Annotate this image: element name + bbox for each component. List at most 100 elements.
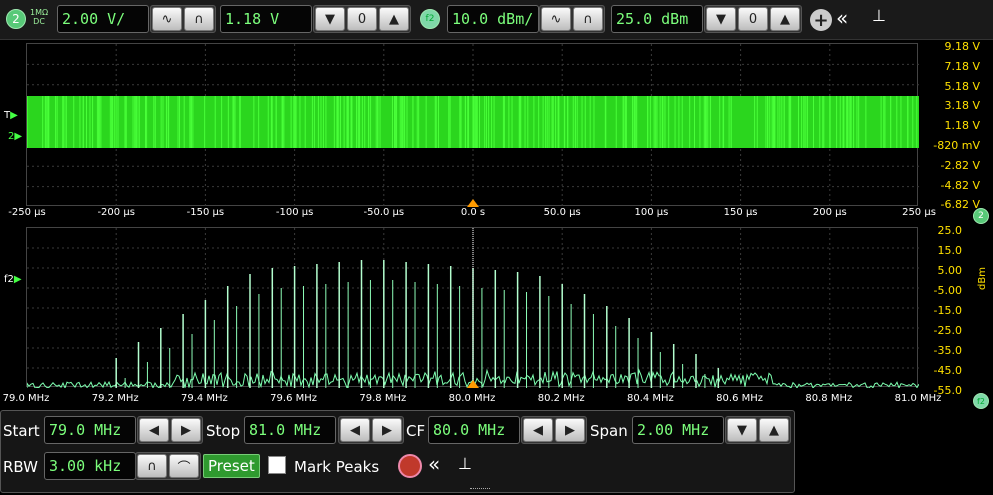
offset-down-button[interactable]: ▼ bbox=[315, 7, 345, 31]
fft-x-tick: 80.6 MHz bbox=[714, 393, 766, 404]
chevron-left-icon: ◀ bbox=[350, 423, 360, 438]
zero-icon: 0 bbox=[358, 12, 366, 27]
chevron-right-icon: ▶ bbox=[565, 423, 575, 438]
fft-ref-marker[interactable]: f2▶ bbox=[4, 274, 22, 285]
time-y-tick: 5.18 V bbox=[920, 80, 980, 93]
fft-ref-label: f2 bbox=[4, 274, 14, 285]
resize-handle[interactable] bbox=[470, 488, 490, 491]
start-right-button[interactable]: ▶ bbox=[171, 418, 201, 442]
cf-left-button[interactable]: ◀ bbox=[523, 418, 553, 442]
time-y-axis: 9.18 V 7.18 V 5.18 V 3.18 V 1.18 V -820 mV -2.… bbox=[920, 40, 980, 206]
offset-field[interactable]: 1.18 V bbox=[220, 5, 312, 33]
dbm-scale-field[interactable]: 10.0 dBm/ bbox=[447, 5, 539, 33]
start-frequency-field[interactable]: 79.0 MHz bbox=[44, 416, 136, 444]
span-field[interactable]: 2.00 MHz bbox=[632, 416, 724, 444]
rbw-buttons: ∩ ⌒ bbox=[135, 452, 201, 480]
pin-icon[interactable]: ⊥ bbox=[872, 6, 886, 25]
offset-buttons: ▼ 0 ▲ bbox=[313, 5, 411, 33]
time-x-tick: -200 µs bbox=[93, 207, 139, 218]
chevron-down-icon: ▼ bbox=[325, 12, 335, 27]
stop-left-button[interactable]: ◀ bbox=[340, 418, 370, 442]
time-y-tick: 1.18 V bbox=[920, 119, 980, 132]
fft-ref-arrow-icon: ▶ bbox=[14, 274, 22, 285]
wave-shrink-icon: ∿ bbox=[551, 12, 562, 27]
fft-y-tick: -5.00 bbox=[902, 284, 962, 297]
add-icon[interactable]: + bbox=[810, 9, 832, 31]
coupling-indicator[interactable]: 1MΩ DC bbox=[30, 8, 48, 26]
fft-x-axis: 79.0 MHz 79.2 MHz 79.4 MHz 79.6 MHz 79.8 MHz… bbox=[0, 393, 970, 407]
fft-y-tick: 15.0 bbox=[902, 244, 962, 257]
pin-icon[interactable]: ⊥ bbox=[458, 454, 472, 473]
dbm-scale-buttons: ∿ ∩ bbox=[539, 5, 605, 33]
reference-level-field[interactable]: 25.0 dBm bbox=[611, 5, 703, 33]
stop-frequency-field[interactable]: 81.0 MHz bbox=[244, 416, 336, 444]
time-x-tick: 250 µs bbox=[896, 207, 942, 218]
fft-y-tick: -25.0 bbox=[902, 324, 962, 337]
fft-function-badge[interactable]: f2 bbox=[973, 393, 989, 409]
fft-x-tick: 81.0 MHz bbox=[892, 393, 944, 404]
fft-plot[interactable] bbox=[26, 227, 918, 387]
rbw-label: RBW bbox=[3, 458, 38, 476]
stop-right-button[interactable]: ▶ bbox=[372, 418, 402, 442]
time-y-tick: -4.82 V bbox=[920, 179, 980, 192]
cf-right-button[interactable]: ▶ bbox=[555, 418, 585, 442]
trigger-marker[interactable]: T▶ bbox=[4, 110, 18, 121]
rbw-narrow-button[interactable]: ∩ bbox=[137, 454, 167, 478]
time-channel-badge[interactable]: 2 bbox=[973, 208, 989, 224]
collapse-icon[interactable]: « bbox=[428, 452, 440, 476]
chevron-right-icon: ▶ bbox=[181, 423, 191, 438]
time-y-tick: 9.18 V bbox=[920, 40, 980, 53]
peak-marker-icon[interactable] bbox=[398, 454, 422, 478]
span-up-button[interactable]: ▲ bbox=[759, 418, 789, 442]
start-label: Start bbox=[3, 422, 40, 440]
fft-x-tick: 79.8 MHz bbox=[357, 393, 409, 404]
center-frequency-field[interactable]: 80.0 MHz bbox=[428, 416, 520, 444]
time-y-tick: -2.82 V bbox=[920, 159, 980, 172]
trigger-arrow-icon: ▶ bbox=[10, 110, 18, 121]
time-x-tick: 50.0 µs bbox=[539, 207, 585, 218]
offset-up-button[interactable]: ▲ bbox=[379, 7, 409, 31]
reference-level-buttons: ▼ 0 ▲ bbox=[704, 5, 802, 33]
coupling-label: DC bbox=[30, 17, 48, 26]
time-y-tick: 7.18 V bbox=[920, 60, 980, 73]
narrow-filter-icon: ∩ bbox=[147, 459, 157, 474]
rbw-field[interactable]: 3.00 kHz bbox=[44, 452, 136, 480]
fft-x-tick: 80.2 MHz bbox=[535, 393, 587, 404]
rbw-wide-button[interactable]: ⌒ bbox=[169, 454, 199, 478]
fft-y-tick: -45.0 bbox=[902, 364, 962, 377]
time-y-tick: 3.18 V bbox=[920, 99, 980, 112]
preset-button[interactable]: Preset bbox=[203, 454, 260, 478]
channel-2-badge[interactable]: 2 bbox=[6, 9, 26, 29]
ch-marker-label: 2 bbox=[8, 131, 14, 142]
fft-x-tick: 79.2 MHz bbox=[89, 393, 141, 404]
collapse-icon[interactable]: « bbox=[836, 6, 848, 30]
channel-2-ground-marker[interactable]: 2▶ bbox=[8, 131, 22, 142]
chevron-left-icon: ◀ bbox=[149, 423, 159, 438]
ref-level-up-button[interactable]: ▲ bbox=[770, 7, 800, 31]
span-buttons: ▼ ▲ bbox=[725, 416, 791, 444]
start-buttons: ◀ ▶ bbox=[137, 416, 203, 444]
time-domain-plot[interactable] bbox=[26, 43, 918, 206]
mark-peaks-checkbox[interactable] bbox=[268, 456, 286, 474]
vscale-increase-button[interactable]: ∩ bbox=[184, 7, 214, 31]
offset-zero-button[interactable]: 0 bbox=[347, 7, 377, 31]
time-reference-marker[interactable] bbox=[467, 199, 479, 207]
fft-y-tick: -15.0 bbox=[902, 304, 962, 317]
vertical-scale-field[interactable]: 2.00 V/ bbox=[57, 5, 149, 33]
span-down-button[interactable]: ▼ bbox=[727, 418, 757, 442]
time-y-tick: -820 mV bbox=[920, 139, 980, 152]
dbm-scale-increase-button[interactable]: ∩ bbox=[573, 7, 603, 31]
chevron-down-icon: ▼ bbox=[716, 12, 726, 27]
start-left-button[interactable]: ◀ bbox=[139, 418, 169, 442]
dbm-scale-decrease-button[interactable]: ∿ bbox=[541, 7, 571, 31]
ref-level-down-button[interactable]: ▼ bbox=[706, 7, 736, 31]
zero-icon: 0 bbox=[749, 12, 757, 27]
span-label: Span bbox=[590, 422, 628, 440]
fft-x-tick: 79.4 MHz bbox=[178, 393, 230, 404]
vscale-buttons: ∿ ∩ bbox=[150, 5, 216, 33]
fft-y-tick: 25.0 bbox=[902, 224, 962, 237]
ref-level-zero-button[interactable]: 0 bbox=[738, 7, 768, 31]
fft-x-tick: 80.8 MHz bbox=[803, 393, 855, 404]
function-f2-badge[interactable]: f2 bbox=[420, 9, 440, 29]
vscale-decrease-button[interactable]: ∿ bbox=[152, 7, 182, 31]
